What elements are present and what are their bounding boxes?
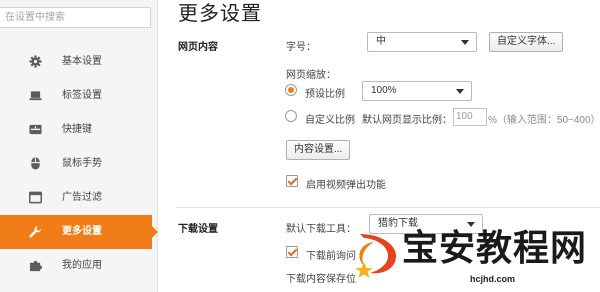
- sidebar-item-basic-settings[interactable]: 基本设置: [0, 45, 158, 79]
- default-zoom-input[interactable]: 100: [453, 108, 487, 126]
- sidebar-item-mouse-gestures[interactable]: 鼠标手势: [0, 147, 158, 181]
- font-size-select[interactable]: 中: [367, 32, 477, 52]
- custom-font-button[interactable]: 自定义字体...: [489, 32, 564, 52]
- settings-search-input[interactable]: 在设置中搜索: [0, 7, 151, 28]
- puzzle-icon: [29, 260, 42, 272]
- download-save-location-label: 下载内容保存位: [286, 274, 356, 285]
- default-zoom-label: 默认网页显示比例：: [362, 115, 452, 126]
- sidebar-item-label: 标签设置: [62, 90, 102, 101]
- watermark-text: 宝安教程网: [402, 227, 588, 269]
- font-size-label: 字号：: [286, 42, 316, 53]
- chevron-down-icon: [461, 40, 469, 45]
- page-zoom-label: 网页缩放：: [286, 70, 336, 81]
- sidebar-item-label: 基本设置: [62, 56, 102, 67]
- sidebar-item-label: 我的应用: [62, 260, 102, 271]
- window-icon: [29, 191, 42, 204]
- wrench-icon: [29, 225, 42, 238]
- sidebar-item-more-settings[interactable]: 更多设置: [0, 215, 158, 249]
- preset-zoom-radio[interactable]: [285, 84, 297, 96]
- custom-zoom-radio[interactable]: [285, 110, 297, 122]
- watermark-url: hcjhd.com: [470, 274, 516, 284]
- chevron-down-icon: [456, 89, 464, 94]
- section-divider: [176, 207, 600, 208]
- sidebar-item-label: 广告过滤: [62, 192, 102, 203]
- default-download-tool-label: 默认下载工具：: [286, 224, 356, 235]
- video-popup-checkbox[interactable]: [286, 175, 298, 187]
- preset-zoom-label: 预设比例: [305, 89, 345, 100]
- content-settings-button[interactable]: 内容设置...: [286, 140, 351, 160]
- sidebar-item-tab-settings[interactable]: 标签设置: [0, 79, 158, 113]
- section-title-web-content: 网页内容: [178, 42, 218, 53]
- video-popup-label: 启用视频弹出功能: [306, 180, 386, 191]
- sidebar-item-shortcuts[interactable]: 快捷键: [0, 113, 158, 147]
- settings-sidebar: 在设置中搜索 基本设置 标签设置 快捷键 鼠标手势 广告过滤 更多设置 我的应用: [0, 0, 158, 292]
- preset-zoom-select[interactable]: 100%: [362, 81, 472, 101]
- laptop-icon: [29, 91, 42, 101]
- preset-zoom-value: 100%: [371, 85, 397, 96]
- section-title-downloads: 下载设置: [178, 224, 218, 235]
- sidebar-item-label: 更多设置: [62, 226, 102, 237]
- sidebar-item-label: 快捷键: [62, 124, 92, 135]
- mouse-icon: [31, 157, 40, 170]
- page-title: 更多设置: [178, 3, 262, 25]
- gear-icon: [29, 55, 42, 68]
- sidebar-item-my-apps[interactable]: 我的应用: [0, 249, 158, 283]
- keyboard-icon: [29, 124, 42, 135]
- font-size-value: 中: [376, 36, 386, 47]
- ask-before-download-label: 下载前询问: [306, 251, 356, 262]
- sidebar-item-ad-filter[interactable]: 广告过滤: [0, 181, 158, 215]
- watermark-logo-icon: [355, 234, 396, 278]
- ask-before-download-checkbox[interactable]: [286, 246, 298, 258]
- custom-zoom-label: 自定义比例: [305, 115, 355, 126]
- zoom-range-hint: %（输入范围：50~400）: [488, 115, 600, 126]
- sidebar-item-label: 鼠标手势: [62, 158, 102, 169]
